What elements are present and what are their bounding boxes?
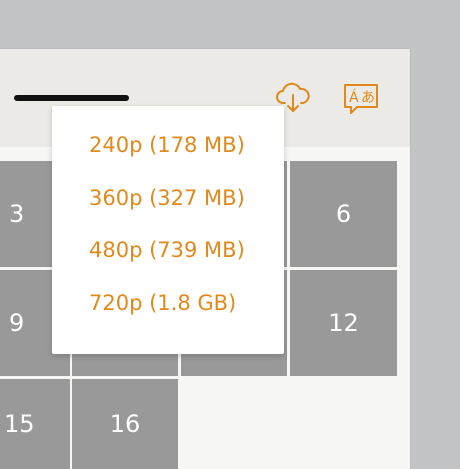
svg-text:あ: あ — [361, 90, 375, 106]
grid-tile[interactable]: 6 — [290, 161, 397, 267]
quality-option-720p[interactable]: 720p (1.8 GB) — [89, 283, 236, 323]
quality-option-360p[interactable]: 360p (327 MB) — [89, 178, 245, 218]
grid-tile[interactable]: 15 — [0, 379, 70, 469]
svg-text:Á: Á — [349, 89, 359, 106]
quality-dropdown-menu: 240p (178 MB) 360p (327 MB) 480p (739 MB… — [52, 106, 284, 354]
grid-tile[interactable]: 12 — [290, 270, 397, 376]
grid-tile[interactable]: 16 — [72, 379, 178, 469]
quality-option-240p[interactable]: 240p (178 MB) — [89, 125, 245, 165]
translate-icon[interactable]: Á あ — [342, 81, 380, 117]
quality-option-480p[interactable]: 480p (739 MB) — [89, 230, 245, 270]
active-tab-indicator — [14, 95, 129, 101]
